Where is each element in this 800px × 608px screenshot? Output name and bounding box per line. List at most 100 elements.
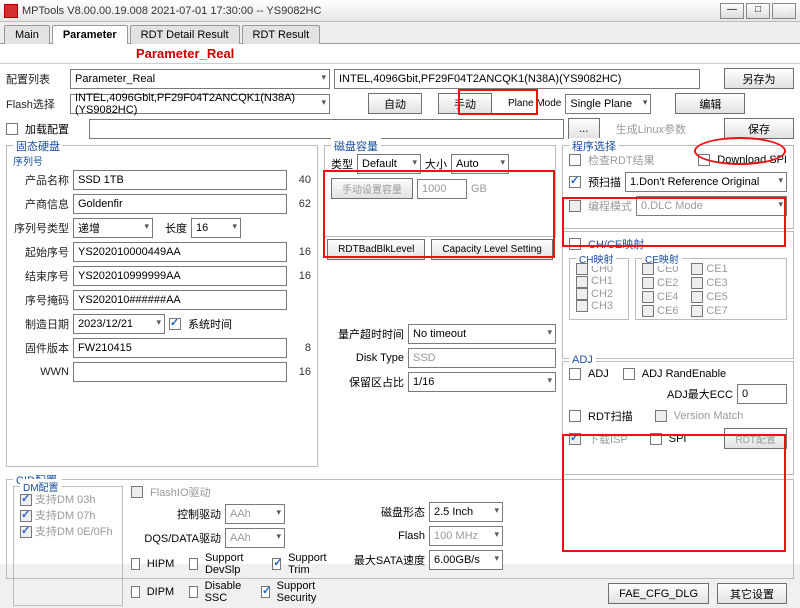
spi-check[interactable] — [650, 433, 662, 445]
mask-input[interactable] — [73, 290, 287, 310]
start-sn-input[interactable] — [73, 242, 287, 262]
ctrl-combo: AAh — [225, 504, 285, 524]
tab-parameter[interactable]: Parameter — [52, 25, 128, 44]
prod-name-count: 40 — [291, 174, 311, 186]
auto-button[interactable]: 自动 — [368, 93, 422, 114]
adj-check[interactable] — [569, 368, 581, 380]
ce7-check — [691, 305, 703, 317]
gb-label: GB — [471, 183, 487, 195]
end-sn-input[interactable] — [73, 266, 287, 286]
mask-label: 序号掩码 — [13, 292, 69, 308]
adj-maxecc-input[interactable]: 0 — [737, 384, 787, 404]
save-button[interactable]: 保存 — [724, 118, 794, 139]
planemode-combo[interactable]: Single Plane — [565, 94, 651, 114]
download-spi-check[interactable] — [698, 154, 710, 166]
length-label: 长度 — [165, 220, 187, 236]
ce1-check — [691, 263, 703, 275]
window-title: MPTools V8.00.00.19.008 2021-07-01 17:30… — [22, 5, 720, 17]
start-sn-label: 起始序号 — [13, 244, 69, 260]
config-list-combo[interactable]: Parameter_Real — [70, 69, 330, 89]
fae-cfg-button[interactable]: FAE_CFG_DLG — [608, 583, 709, 604]
disktype-label: Disk Type — [324, 352, 404, 364]
other-settings-button[interactable]: 其它设置 — [717, 583, 787, 604]
length-combo[interactable]: 16 — [191, 218, 241, 238]
capacity-legend: 磁盘容量 — [331, 138, 381, 154]
flash-select-combo[interactable]: INTEL,4096Gbit,PF29F04T2ANCQK1(N38A)(YS9… — [70, 94, 330, 114]
manual-cap-input[interactable]: 1000 — [417, 179, 467, 199]
chce-check[interactable] — [569, 238, 581, 250]
serial-legend: 序列号 — [13, 157, 43, 168]
load-config-path[interactable] — [89, 119, 564, 139]
systime-label: 系统时间 — [188, 316, 232, 332]
systime-check[interactable] — [169, 318, 181, 330]
save-as-button[interactable]: 另存为 — [724, 68, 794, 89]
prescan-check[interactable] — [569, 176, 581, 188]
rdtscan-label: RDT扫描 — [588, 408, 633, 424]
tab-rdt-detail[interactable]: RDT Detail Result — [130, 25, 240, 44]
disktype-display: SSD — [408, 348, 556, 368]
ce3-check — [691, 277, 703, 289]
dm07h-check — [20, 510, 32, 522]
diskshape-combo[interactable]: 2.5 Inch — [429, 502, 503, 522]
check-rdt-check[interactable] — [569, 154, 581, 166]
manual-cap-button[interactable]: 手动设置容量 — [331, 178, 413, 199]
sata-combo[interactable]: 6.00GB/s — [429, 550, 503, 570]
ce0-check — [642, 263, 654, 275]
timeout-label: 量产超时时间 — [324, 326, 404, 342]
flashfreq-label: Flash — [339, 530, 425, 542]
flashio-label: FlashIO驱动 — [150, 484, 211, 500]
ch1-check — [576, 276, 588, 288]
ce5-check — [691, 291, 703, 303]
devslp-check[interactable] — [189, 558, 198, 570]
trim-check[interactable] — [272, 558, 281, 570]
browse-button[interactable]: ... — [568, 118, 600, 139]
prescan-combo[interactable]: 1.Don't Reference Original — [625, 172, 787, 192]
version-match-label: Version Match — [674, 410, 744, 422]
mfg-date-picker[interactable]: 2023/12/21 — [73, 314, 165, 334]
capacity-level-button[interactable]: Capacity Level Setting — [431, 239, 553, 260]
burn-combo: 0.DLC Mode — [636, 196, 787, 216]
ssc-check[interactable] — [189, 586, 198, 598]
ch0-check — [576, 263, 588, 275]
fw-label: 固件版本 — [13, 340, 69, 356]
prod-name-label: 产品名称 — [13, 172, 69, 188]
flashio-check — [131, 486, 143, 498]
rdtscan-check[interactable] — [569, 410, 581, 422]
maximize-button[interactable]: □ — [746, 3, 770, 19]
cap-type-combo[interactable]: Default — [357, 154, 421, 174]
prod-name-input[interactable] — [73, 170, 287, 190]
dl-isp-label: 下载ISP — [588, 431, 628, 447]
timeout-combo[interactable]: No timeout — [408, 324, 556, 344]
minimize-button[interactable]: — — [720, 3, 744, 19]
fw-count: 8 — [291, 342, 311, 354]
hipm-check[interactable] — [131, 558, 140, 570]
load-config-check[interactable] — [6, 123, 18, 135]
rdt-badblk-button[interactable]: RDTBadBlkLevel — [327, 239, 425, 260]
adj-rand-check[interactable] — [623, 368, 635, 380]
dqs-combo: AAh — [225, 528, 285, 548]
wwn-input[interactable] — [73, 362, 287, 382]
sntype-combo[interactable]: 递增 — [73, 218, 153, 238]
ce4-check — [642, 291, 654, 303]
vendor-count: 62 — [291, 198, 311, 210]
reserve-combo[interactable]: 1/16 — [408, 372, 556, 392]
cap-type-label: 类型 — [331, 156, 353, 172]
spi-label: SPI — [669, 433, 687, 445]
dm03h-check — [20, 494, 32, 506]
rdt-config-button[interactable]: RDT配置 — [724, 428, 787, 449]
close-button[interactable]: × — [772, 3, 796, 19]
dqs-label: DQS/DATA驱动 — [131, 530, 221, 546]
fw-input[interactable] — [73, 338, 287, 358]
tab-rdt-result[interactable]: RDT Result — [242, 25, 321, 44]
tab-main[interactable]: Main — [4, 25, 50, 44]
cap-size-combo[interactable]: Auto — [451, 154, 509, 174]
tab-strip: Main Parameter RDT Detail Result RDT Res… — [0, 22, 800, 44]
dipm-check[interactable] — [131, 586, 140, 598]
vendor-input[interactable] — [73, 194, 287, 214]
wwn-count: 16 — [291, 366, 311, 378]
planemode-label: Plane Mode — [508, 98, 561, 109]
edit-button[interactable]: 编辑 — [675, 93, 745, 114]
sata-label: 最大SATA速度 — [339, 552, 425, 568]
security-check[interactable] — [261, 586, 270, 598]
manual-button[interactable]: 手动 — [438, 93, 492, 114]
